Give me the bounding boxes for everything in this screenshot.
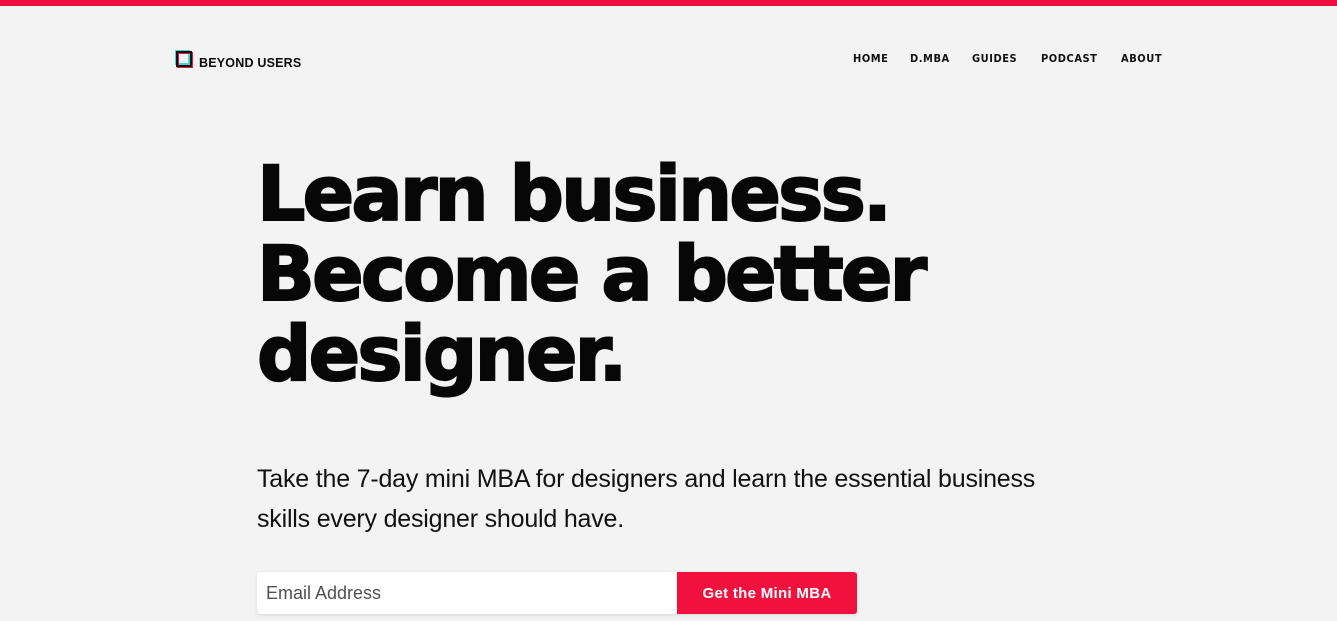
nav-item-dmba[interactable]: D.MBA: [910, 52, 950, 65]
hero-headline: Learn business. Become a better designer…: [256, 149, 1017, 398]
hero-line: Become a better: [256, 229, 928, 318]
email-field[interactable]: [257, 572, 677, 614]
hero-line: Learn business.: [256, 149, 893, 238]
nav-item-guides[interactable]: GUIDES: [972, 52, 1017, 65]
get-mini-mba-button[interactable]: Get the Mini MBA: [677, 572, 857, 614]
hero-subtitle: Take the 7-day mini MBA for designers an…: [257, 465, 1036, 533]
top-accent-bar: [0, 0, 1337, 6]
main-nav: HOME D.MBA GUIDES PODCAST ABOUT: [853, 52, 1167, 65]
nav-item-podcast[interactable]: PODCAST: [1041, 52, 1097, 65]
brand-name: BEYOND USERS: [199, 56, 302, 70]
nav-item-about[interactable]: ABOUT: [1121, 52, 1162, 65]
overlapping-squares-icon: [175, 50, 195, 70]
brand-logo-link[interactable]: BEYOND USERS: [175, 50, 301, 70]
hero-line: designer.: [256, 309, 628, 398]
nav-item-home[interactable]: HOME: [853, 52, 888, 65]
signup-form: Get the Mini MBA: [257, 572, 857, 614]
